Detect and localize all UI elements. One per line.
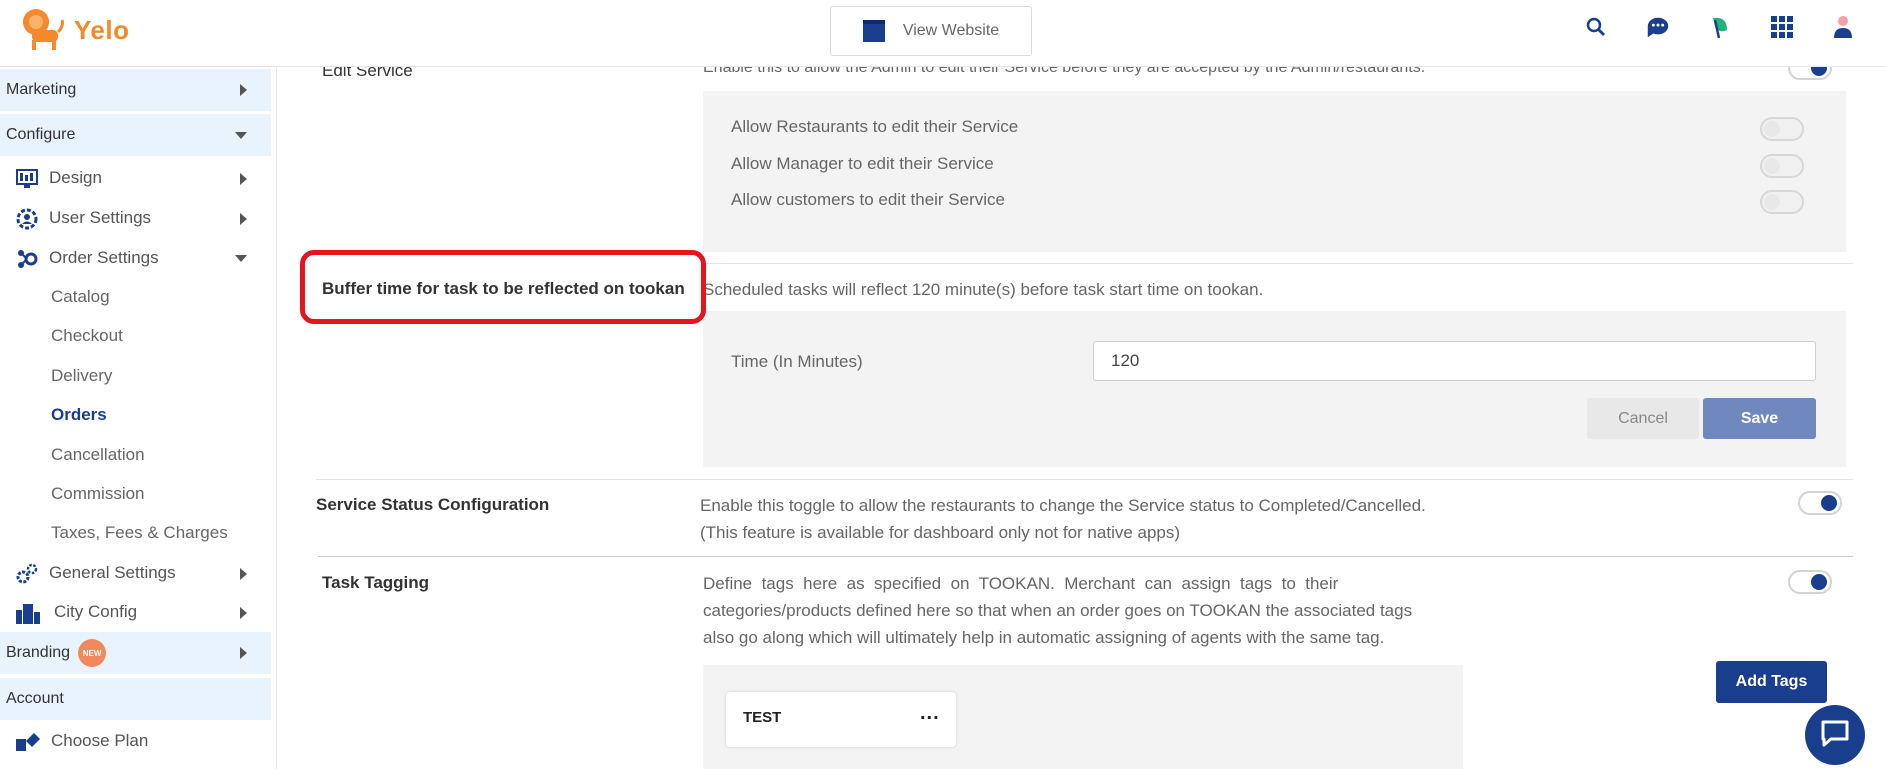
city-buildings-icon: [16, 602, 40, 624]
sidebar-item-label: City Config: [54, 602, 138, 621]
sidebar-item-order-settings[interactable]: Order Settings: [0, 239, 271, 277]
edit-service-options-panel: Allow Restaurants to edit their Service …: [703, 91, 1846, 252]
buffer-time-panel: Time (In Minutes) 120 Cancel Save: [703, 311, 1846, 467]
chat-fab-button[interactable]: [1805, 705, 1865, 765]
sidebar-item-label: Configure: [6, 126, 76, 143]
allow-customers-toggle[interactable]: [1760, 190, 1804, 214]
highlight-annotation: [300, 250, 706, 324]
sidebar-item-choose-plan[interactable]: Choose Plan: [0, 722, 271, 760]
sidebar-item-city-config[interactable]: City Config: [0, 593, 271, 631]
sidebar-item-label: Order Settings: [49, 248, 159, 267]
chevron-right-icon: [240, 568, 247, 580]
sidebar-item-label: Account: [6, 690, 64, 707]
allow-manager-toggle[interactable]: [1760, 154, 1804, 178]
chevron-right-icon: [240, 607, 247, 619]
main-content: Edit Service Enable this to allow the Ad…: [278, 56, 1885, 769]
section-divider: [318, 556, 1853, 557]
chevron-right-icon: [240, 647, 247, 659]
sidebar-item-marketing[interactable]: Marketing: [0, 69, 271, 111]
sidebar-sub-checkout[interactable]: Checkout: [51, 326, 123, 346]
user-avatar-icon[interactable]: [1831, 14, 1857, 40]
search-icon[interactable]: [1583, 14, 1609, 40]
sidebar-item-design[interactable]: Design: [0, 159, 271, 197]
user-gear-icon: [16, 208, 38, 230]
new-badge: NEW: [78, 639, 107, 667]
header-icons: [1583, 14, 1857, 40]
window-icon: [862, 20, 885, 42]
sidebar-sub-catalog[interactable]: Catalog: [51, 287, 110, 307]
sidebar-item-account[interactable]: Account: [0, 678, 271, 720]
support-chat-icon[interactable]: [1645, 14, 1671, 40]
view-website-button[interactable]: View Website: [830, 6, 1032, 56]
sidebar-item-branding[interactable]: Branding NEW: [0, 632, 271, 674]
tag-card[interactable]: TEST ...: [726, 692, 956, 747]
top-bar: Yelo View Website: [0, 0, 1885, 67]
view-website-label: View Website: [902, 22, 1000, 39]
apps-grid-icon[interactable]: [1769, 14, 1795, 40]
chevron-right-icon: [240, 213, 247, 225]
design-monitor-icon: [16, 168, 38, 190]
cancel-button[interactable]: Cancel: [1587, 398, 1699, 439]
sidebar: Marketing Configure Design User Settings…: [0, 67, 277, 769]
leaf-icon[interactable]: [1707, 14, 1733, 40]
sidebar-item-configure[interactable]: Configure: [0, 114, 271, 156]
chat-bubble-icon: [1820, 719, 1850, 752]
add-tags-button[interactable]: Add Tags: [1716, 661, 1827, 703]
sidebar-item-label: User Settings: [49, 208, 152, 227]
sidebar-item-label: General Settings: [49, 563, 176, 582]
section-divider: [703, 263, 1853, 264]
sidebar-item-label: Marketing: [6, 81, 77, 98]
tags-panel: TEST ...: [703, 665, 1463, 769]
service-status-description-2: (This feature is available for dashboard…: [700, 523, 1181, 542]
tag-name: TEST: [743, 709, 782, 726]
more-options-icon[interactable]: ...: [920, 702, 940, 725]
allow-customers-label: Allow customers to edit their Service: [731, 190, 1005, 209]
chevron-right-icon: [240, 84, 247, 96]
task-tagging-toggle[interactable]: [1788, 570, 1832, 594]
chevron-down-icon: [235, 132, 247, 139]
chevron-down-icon: [235, 255, 247, 262]
task-tagging-label: Task Tagging: [322, 573, 430, 592]
allow-restaurants-label: Allow Restaurants to edit their Service: [731, 117, 1019, 136]
chevron-right-icon: [240, 173, 247, 185]
logo[interactable]: Yelo: [18, 4, 129, 57]
task-tagging-description-2: categories/products defined here so that…: [703, 601, 1413, 620]
service-status-description-1: Enable this toggle to allow the restaura…: [700, 496, 1426, 515]
service-status-toggle[interactable]: [1798, 491, 1842, 515]
allow-manager-label: Allow Manager to edit their Service: [731, 154, 994, 173]
order-settings-icon: [16, 248, 38, 270]
service-status-label: Service Status Configuration: [316, 495, 550, 514]
time-minutes-label: Time (In Minutes): [731, 352, 863, 371]
buffer-time-description: Scheduled tasks will reflect 120 minute(…: [703, 280, 1264, 299]
brand-name: Yelo: [74, 15, 130, 45]
sidebar-sub-cancellation[interactable]: Cancellation: [51, 445, 145, 465]
sidebar-sub-taxes[interactable]: Taxes, Fees & Charges: [51, 523, 228, 543]
sidebar-item-label: Design: [49, 168, 102, 187]
gears-icon: [16, 563, 38, 585]
allow-restaurants-toggle[interactable]: [1760, 117, 1804, 141]
sidebar-sub-commission[interactable]: Commission: [51, 484, 145, 504]
sidebar-sub-delivery[interactable]: Delivery: [51, 366, 112, 386]
sidebar-item-label: Branding: [6, 644, 71, 661]
choose-plan-icon: [16, 731, 40, 753]
task-tagging-description-3: also go along which will ultimately help…: [703, 628, 1385, 647]
time-minutes-input[interactable]: 120: [1093, 341, 1816, 381]
save-button[interactable]: Save: [1703, 398, 1816, 439]
lion-logo-icon: [18, 4, 66, 57]
sidebar-item-user-settings[interactable]: User Settings: [0, 199, 271, 237]
section-divider: [316, 479, 1853, 480]
task-tagging-description-1: Define tags here as specified on TOOKAN.…: [703, 574, 1339, 593]
sidebar-item-general-settings[interactable]: General Settings: [0, 554, 271, 592]
sidebar-sub-orders[interactable]: Orders: [51, 405, 107, 425]
sidebar-item-label: Choose Plan: [51, 731, 149, 750]
